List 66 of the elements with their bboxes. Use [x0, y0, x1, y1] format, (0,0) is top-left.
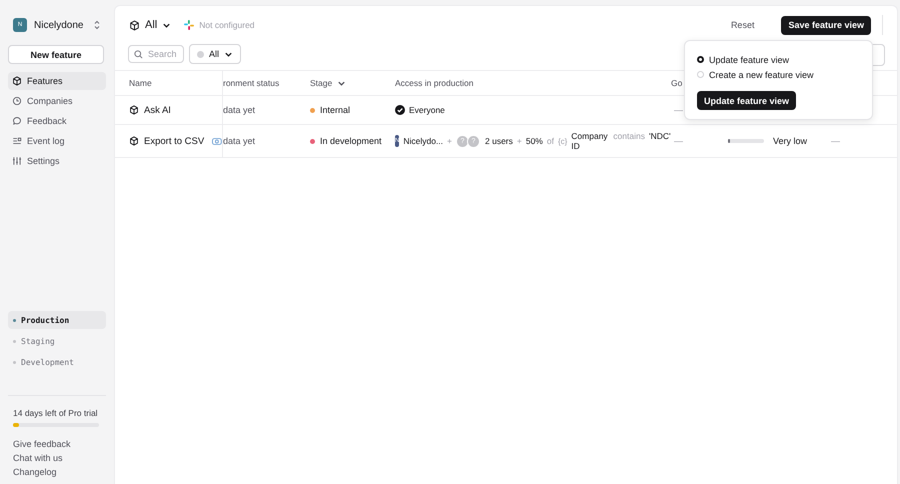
- column-header: Go: [671, 78, 682, 88]
- integration-icon: [184, 20, 194, 30]
- update-view-button[interactable]: Update feature view: [697, 91, 796, 110]
- clock-icon: [12, 96, 22, 106]
- view-dropdown[interactable]: All: [129, 19, 172, 31]
- cube-icon: [129, 20, 140, 30]
- org-name: Nicelydone: [34, 20, 84, 30]
- radio-option[interactable]: Create a new feature view: [697, 67, 860, 82]
- plus-text: +: [447, 136, 452, 146]
- nav-item[interactable]: Event log: [8, 132, 106, 150]
- save-view-button[interactable]: Save feature view: [781, 16, 871, 34]
- footer-link[interactable]: Changelog: [13, 467, 101, 478]
- sliders-icon: [12, 156, 22, 166]
- status-filter[interactable]: All: [189, 44, 242, 64]
- search-icon: [134, 50, 143, 59]
- nav-item[interactable]: Features: [8, 72, 106, 90]
- percent-text: 50%: [526, 136, 543, 146]
- column-header: Access in production: [395, 78, 474, 88]
- nav-item[interactable]: Companies: [8, 92, 106, 110]
- sync-icon: [212, 138, 222, 144]
- chevron-down-icon: [337, 78, 346, 88]
- environment-item[interactable]: Staging: [8, 332, 106, 350]
- operator-text: contains: [613, 131, 645, 141]
- cube-icon: [129, 136, 139, 146]
- nav-item[interactable]: Settings: [8, 152, 106, 170]
- radio-option[interactable]: Update feature view: [697, 52, 860, 67]
- radio-icon[interactable]: [697, 56, 704, 63]
- table-cell-text: data yet: [223, 135, 256, 148]
- attribute-icon: {c}: [558, 136, 568, 146]
- impact-text: Very low: [773, 136, 808, 146]
- column-header[interactable]: Stage: [310, 78, 332, 88]
- stage-text: In development: [320, 136, 382, 146]
- chat-bubble-icon: [12, 116, 22, 126]
- column-header: Name: [129, 78, 152, 88]
- stage-text: Internal: [320, 105, 350, 115]
- value-text: 'NDC': [648, 131, 671, 141]
- reset-button[interactable]: Reset: [724, 19, 760, 31]
- of-text: of: [546, 136, 554, 146]
- plus-text: +: [516, 136, 522, 146]
- feature-name[interactable]: Ask AI: [144, 104, 171, 116]
- integration-status: Not configured: [199, 20, 255, 30]
- cube-icon: [12, 76, 22, 86]
- chevron-down-icon: [224, 50, 234, 58]
- table-cell: —: [674, 136, 683, 146]
- footer-link[interactable]: Give feedback: [13, 439, 101, 450]
- column-header: ronment status: [223, 78, 280, 88]
- access-text: Everyone: [409, 105, 445, 115]
- nav-item[interactable]: Feedback: [8, 112, 106, 130]
- table-cell-text: data yet: [223, 104, 256, 117]
- cube-icon: [129, 105, 139, 115]
- attribute-name: Company ID: [571, 131, 609, 151]
- up-down-chevron-icon[interactable]: [93, 20, 101, 30]
- table-cell: —: [831, 136, 840, 146]
- feature-name[interactable]: Export to CSV: [144, 136, 204, 146]
- footer-link[interactable]: Chat with us: [13, 453, 101, 464]
- search-field[interactable]: Search: [128, 45, 184, 63]
- environment-item[interactable]: Development: [8, 353, 106, 371]
- environment-item[interactable]: Production: [8, 311, 106, 329]
- company-name: Nicelydo...: [403, 136, 444, 146]
- chevron-down-icon: [162, 20, 172, 30]
- new-feature-button[interactable]: New feature: [8, 45, 104, 64]
- trial-text: 14 days left of Pro trial: [12, 408, 99, 418]
- list-icon: [12, 136, 22, 146]
- check-circle-icon: [395, 105, 405, 115]
- table-cell: —: [674, 105, 683, 115]
- users-count: 2 users: [485, 136, 513, 146]
